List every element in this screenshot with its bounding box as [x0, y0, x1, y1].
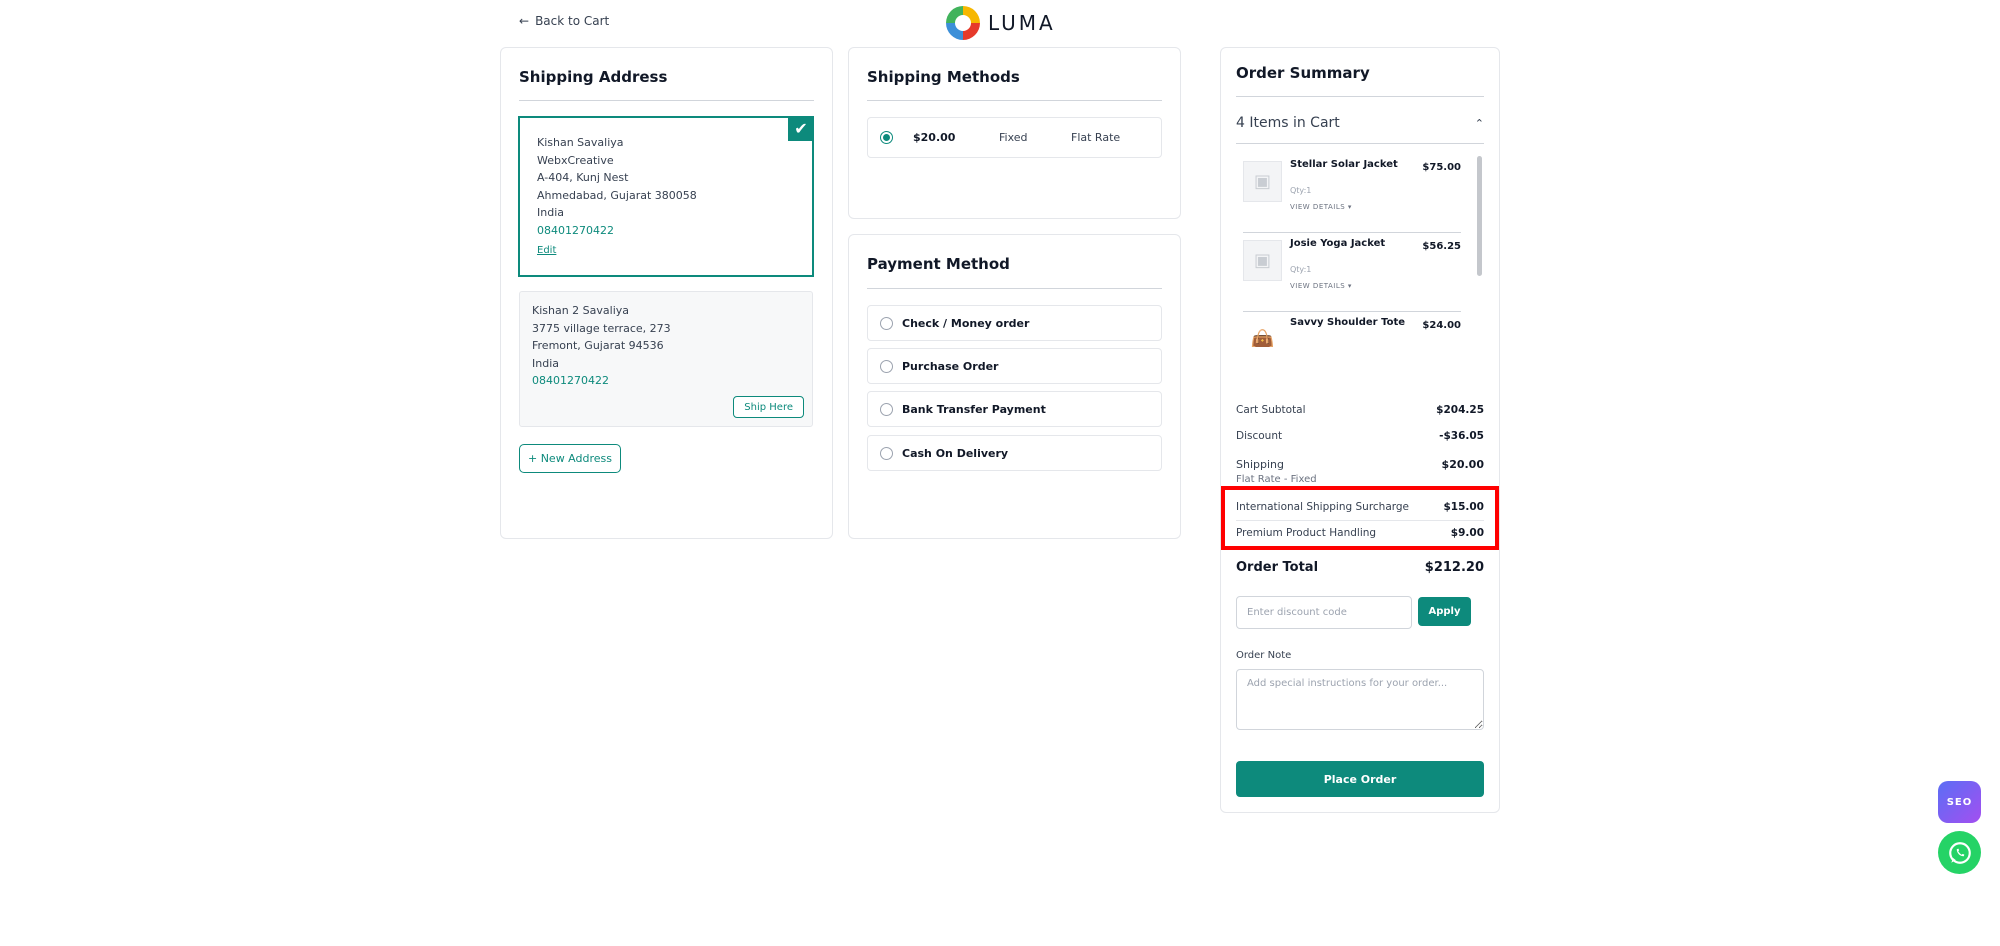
luma-logo-icon	[946, 6, 980, 40]
discount-row: Discount -$36.05	[1236, 430, 1484, 442]
divider	[867, 100, 1162, 101]
new-address-button[interactable]: + New Address	[519, 444, 621, 473]
cart-item: ▣ Josie Yoga Jacket $56.25 Qty:1 VIEW DE…	[1243, 234, 1461, 312]
item-price: $24.00	[1422, 320, 1461, 331]
order-note-textarea[interactable]	[1236, 669, 1484, 730]
shipping-value: $20.00	[1441, 458, 1484, 471]
divider	[867, 288, 1162, 289]
address-city: Ahmedabad, Gujarat 380058	[537, 188, 697, 202]
discount-label: Discount	[1236, 430, 1283, 442]
item-name: Josie Yoga Jacket	[1290, 238, 1386, 249]
payment-option-label: Check / Money order	[902, 316, 1030, 330]
item-name: Savvy Shoulder Tote	[1290, 317, 1406, 328]
address-country: India	[537, 206, 564, 219]
payment-option-label: Purchase Order	[902, 359, 999, 373]
alternate-address-card[interactable]: Kishan 2 Savaliya 3775 village terrace, …	[519, 291, 813, 427]
payment-option-check[interactable]: Check / Money order	[867, 305, 1162, 341]
shipping-method-name: Flat Rate	[1071, 131, 1121, 144]
order-total-value: $212.20	[1424, 560, 1484, 575]
payment-option-label: Bank Transfer Payment	[902, 402, 1046, 416]
shipping-address-title: Shipping Address	[519, 68, 668, 86]
place-order-button[interactable]: Place Order	[1236, 761, 1484, 797]
order-total-row: Order Total $212.20	[1236, 560, 1484, 575]
arrow-left-icon: ←	[519, 14, 530, 28]
cart-item: ▣ Stellar Solar Jacket $75.00 Qty:1 VIEW…	[1243, 155, 1461, 233]
payment-method-title: Payment Method	[867, 255, 1010, 273]
check-icon: ✔	[788, 116, 814, 141]
items-scrollbar[interactable]	[1477, 156, 1482, 276]
radio[interactable]	[880, 316, 893, 330]
brand[interactable]: LUMA	[946, 6, 1056, 40]
divider	[1236, 96, 1484, 97]
cart-item: 👜 Savvy Shoulder Tote $24.00	[1243, 313, 1461, 347]
shipping-method-option[interactable]: $20.00 Fixed Flat Rate	[867, 117, 1162, 158]
radio[interactable]	[880, 446, 893, 460]
brand-name: LUMA	[988, 11, 1056, 35]
back-to-cart-label: Back to Cart	[535, 14, 610, 28]
product-image: ▣	[1243, 161, 1282, 202]
product-image: 👜	[1243, 319, 1282, 347]
divider	[1236, 143, 1484, 144]
seo-widget-button[interactable]: SEO	[1938, 781, 1981, 823]
highlight-box	[1221, 486, 1499, 550]
chevron-up-icon: ⌃	[1474, 116, 1484, 130]
shipping-methods-title: Shipping Methods	[867, 68, 1020, 86]
address-street: 3775 village terrace, 273	[532, 321, 671, 335]
discount-code-input[interactable]	[1236, 596, 1412, 629]
payment-option-cod[interactable]: Cash On Delivery	[867, 435, 1162, 471]
shipping-method-note: Flat Rate - Fixed	[1236, 474, 1317, 485]
item-price: $75.00	[1422, 162, 1461, 173]
item-price: $56.25	[1422, 241, 1461, 252]
payment-option-purchase-order[interactable]: Purchase Order	[867, 348, 1162, 384]
shipping-row: Shipping $20.00	[1236, 458, 1484, 471]
divider	[519, 100, 814, 101]
item-qty: Qty:1	[1290, 265, 1312, 274]
address-phone: 08401270422	[537, 223, 614, 237]
address-company: WebxCreative	[537, 153, 614, 167]
shipping-label: Shipping	[1236, 458, 1284, 471]
address-name: Kishan 2 Savaliya	[532, 304, 630, 317]
items-in-cart-toggle[interactable]: 4 Items in Cart ⌃	[1236, 115, 1484, 131]
edit-address-link[interactable]: Edit	[537, 242, 556, 260]
address-street: A-404, Kunj Nest	[537, 171, 629, 184]
whatsapp-button[interactable]	[1938, 831, 1981, 874]
discount-value: -$36.05	[1439, 430, 1484, 442]
shipping-method-type: Fixed	[999, 131, 1028, 144]
order-note-label: Order Note	[1236, 650, 1292, 661]
address-city: Fremont, Gujarat 94536	[532, 339, 664, 352]
items-count-label: 4 Items in Cart	[1236, 115, 1340, 131]
radio-selected[interactable]	[880, 131, 893, 144]
item-qty: Qty:1	[1290, 186, 1312, 195]
subtotal-label: Cart Subtotal	[1236, 404, 1306, 416]
shipping-method-price: $20.00	[913, 131, 956, 144]
view-details-toggle[interactable]: VIEW DETAILS ▾	[1290, 282, 1352, 290]
caret-down-icon: ▾	[1347, 282, 1352, 290]
ship-here-button[interactable]: Ship Here	[733, 396, 804, 418]
order-total-label: Order Total	[1236, 560, 1319, 575]
address-phone: 08401270422	[532, 374, 609, 387]
payment-method-card: Payment Method	[848, 234, 1181, 539]
cart-subtotal-row: Cart Subtotal $204.25	[1236, 404, 1484, 416]
back-to-cart-link[interactable]: ← Back to Cart	[519, 14, 609, 28]
payment-option-bank-transfer[interactable]: Bank Transfer Payment	[867, 391, 1162, 427]
radio[interactable]	[880, 359, 893, 373]
order-summary-title: Order Summary	[1236, 64, 1370, 82]
product-image: ▣	[1243, 240, 1282, 281]
subtotal-value: $204.25	[1436, 404, 1484, 416]
divider	[1243, 232, 1461, 233]
address-country: India	[532, 356, 559, 370]
selected-address-card[interactable]: ✔ Kishan Savaliya WebxCreative A-404, Ku…	[518, 116, 814, 277]
radio[interactable]	[880, 402, 893, 416]
address-name: Kishan Savaliya	[537, 136, 624, 149]
caret-down-icon: ▾	[1347, 203, 1352, 211]
divider	[1243, 311, 1461, 312]
payment-option-label: Cash On Delivery	[902, 446, 1009, 460]
apply-discount-button[interactable]: Apply	[1418, 597, 1471, 626]
view-details-toggle[interactable]: VIEW DETAILS ▾	[1290, 203, 1352, 211]
whatsapp-icon	[1948, 841, 1971, 864]
item-name: Stellar Solar Jacket	[1290, 159, 1398, 170]
